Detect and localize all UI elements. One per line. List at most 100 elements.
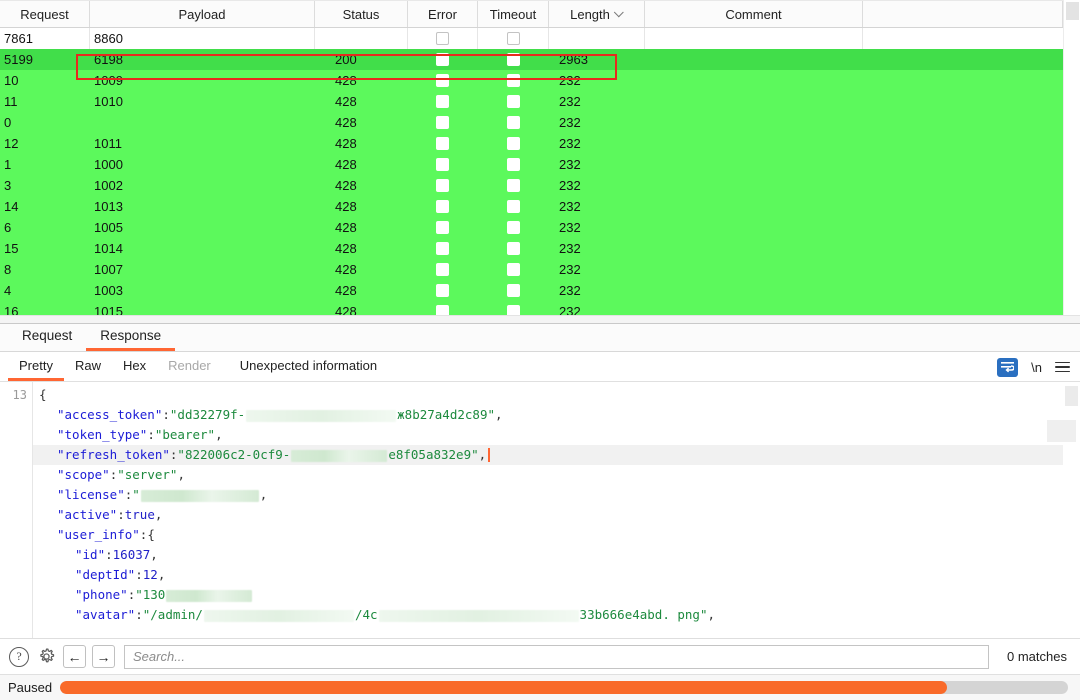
tab-response[interactable]: Response — [86, 324, 176, 351]
table-row[interactable]: 7861 8860 — [0, 28, 1063, 49]
cell-timeout[interactable] — [478, 217, 549, 238]
cell-error[interactable] — [408, 238, 478, 259]
tab-unexpected-information[interactable]: Unexpected information — [222, 354, 395, 381]
column-header-timeout[interactable]: Timeout — [478, 1, 549, 27]
cell-error[interactable] — [408, 133, 478, 154]
cell-error[interactable] — [408, 175, 478, 196]
cell-timeout-checkbox[interactable] — [506, 179, 520, 192]
cell-timeout-checkbox[interactable] — [506, 284, 520, 297]
code-token: "130 — [135, 587, 166, 602]
cell-error[interactable] — [408, 196, 478, 217]
menu-icon[interactable] — [1055, 361, 1070, 373]
cell-timeout[interactable] — [478, 238, 549, 259]
table-row[interactable]: 14 1013 428 232 — [0, 196, 1063, 217]
cell-timeout-checkbox[interactable] — [506, 53, 520, 66]
response-scrollbar-thumb[interactable] — [1065, 386, 1078, 406]
cell-timeout-checkbox[interactable] — [506, 221, 520, 234]
cell-timeout[interactable] — [478, 259, 549, 280]
column-header-comment[interactable]: Comment — [645, 1, 863, 27]
word-wrap-icon[interactable] — [997, 357, 1019, 377]
table-row[interactable]: 12 1011 428 232 — [0, 133, 1063, 154]
cell-timeout-checkbox[interactable] — [506, 263, 520, 276]
cell-timeout[interactable] — [478, 91, 549, 112]
cell-timeout[interactable] — [478, 28, 549, 49]
results-vertical-scrollbar[interactable] — [1063, 0, 1080, 316]
cell-timeout-checkbox[interactable] — [506, 32, 520, 45]
cell-error-checkbox[interactable] — [436, 53, 449, 66]
cell-error-checkbox[interactable] — [436, 32, 449, 45]
search-next-label: → — [96, 648, 111, 665]
cell-error-checkbox[interactable] — [436, 158, 449, 171]
cell-error-checkbox[interactable] — [436, 74, 449, 87]
cell-timeout[interactable] — [478, 133, 549, 154]
cell-status: 428 — [335, 241, 357, 256]
newline-icon[interactable]: \n — [1031, 360, 1042, 375]
cell-error-checkbox[interactable] — [436, 137, 449, 150]
cell-error[interactable] — [408, 49, 478, 70]
code-token: : — [117, 507, 125, 522]
cell-timeout[interactable] — [478, 154, 549, 175]
cell-filler — [863, 280, 1063, 301]
cell-error-checkbox[interactable] — [436, 221, 449, 234]
tab-pretty[interactable]: Pretty — [8, 354, 64, 381]
code-line: "deptId":12, — [33, 565, 1080, 585]
cell-timeout-checkbox[interactable] — [506, 137, 520, 150]
search-next-button[interactable]: → — [92, 645, 115, 668]
cell-timeout-checkbox[interactable] — [506, 95, 520, 108]
table-row[interactable]: 1 1000 428 232 — [0, 154, 1063, 175]
column-header-error[interactable]: Error — [408, 1, 478, 27]
help-icon[interactable]: ? — [9, 646, 29, 667]
cell-error-checkbox[interactable] — [436, 242, 449, 255]
table-row[interactable]: 8 1007 428 232 — [0, 259, 1063, 280]
column-header-request[interactable]: Request — [0, 1, 90, 27]
cell-timeout-checkbox[interactable] — [506, 158, 520, 171]
cell-error-checkbox[interactable] — [436, 95, 449, 108]
gear-icon[interactable] — [35, 646, 57, 668]
cell-error[interactable] — [408, 259, 478, 280]
cell-error-checkbox[interactable] — [436, 200, 449, 213]
search-prev-button[interactable]: ← — [63, 645, 86, 668]
cell-timeout[interactable] — [478, 70, 549, 91]
table-row[interactable]: 10 1009 428 232 — [0, 70, 1063, 91]
table-row[interactable]: 15 1014 428 232 — [0, 238, 1063, 259]
table-row[interactable]: 11 1010 428 232 — [0, 91, 1063, 112]
cell-error[interactable] — [408, 280, 478, 301]
tab-request[interactable]: Request — [8, 324, 86, 351]
cell-error[interactable] — [408, 217, 478, 238]
cell-timeout[interactable] — [478, 175, 549, 196]
cell-error[interactable] — [408, 28, 478, 49]
table-row[interactable]: 0 428 232 — [0, 112, 1063, 133]
cell-error-checkbox[interactable] — [436, 116, 449, 129]
column-header-payload[interactable]: Payload — [90, 1, 315, 27]
cell-timeout-checkbox[interactable] — [506, 116, 520, 129]
tab-raw[interactable]: Raw — [64, 354, 112, 381]
table-row[interactable]: 6 1005 428 232 — [0, 217, 1063, 238]
table-row[interactable]: 3 1002 428 232 — [0, 175, 1063, 196]
table-row[interactable]: 5199 6198 200 2963 — [0, 49, 1063, 70]
search-input[interactable]: Search... — [124, 644, 990, 669]
cell-error[interactable] — [408, 112, 478, 133]
response-scrollbar-secondary-thumb[interactable] — [1047, 420, 1076, 442]
table-row[interactable]: 4 1003 428 232 — [0, 280, 1063, 301]
cell-timeout[interactable] — [478, 49, 549, 70]
cell-timeout[interactable] — [478, 112, 549, 133]
cell-timeout[interactable] — [478, 196, 549, 217]
results-scrollbar-thumb[interactable] — [1066, 2, 1079, 20]
cell-error-checkbox[interactable] — [436, 263, 449, 276]
tab-hex[interactable]: Hex — [112, 354, 157, 381]
cell-error-checkbox[interactable] — [436, 179, 449, 192]
cell-error[interactable] — [408, 70, 478, 91]
cell-error[interactable] — [408, 91, 478, 112]
cell-timeout-checkbox[interactable] — [506, 74, 520, 87]
cell-error[interactable] — [408, 154, 478, 175]
column-header-length[interactable]: Length — [549, 1, 645, 27]
results-horizontal-scrollbar[interactable] — [0, 315, 1080, 323]
cell-error-checkbox[interactable] — [436, 284, 449, 297]
cell-timeout-checkbox[interactable] — [506, 200, 520, 213]
cell-timeout-checkbox[interactable] — [506, 242, 520, 255]
cell-filler — [863, 70, 1063, 91]
response-body-code[interactable]: {"access_token":"dd32279f-ж8b27a4d2c89",… — [33, 382, 1080, 638]
cell-timeout[interactable] — [478, 280, 549, 301]
column-header-status[interactable]: Status — [315, 1, 408, 27]
response-vertical-scrollbar[interactable] — [1047, 382, 1080, 638]
